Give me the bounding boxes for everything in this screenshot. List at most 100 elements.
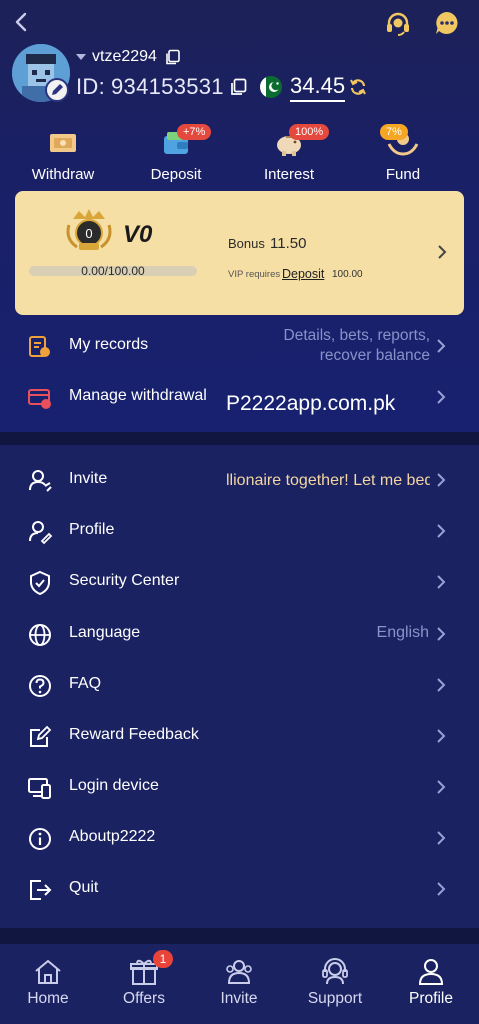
vip-requires-amount: 100.00 bbox=[332, 269, 363, 280]
language-value: English bbox=[376, 624, 429, 641]
invite-user-icon bbox=[29, 470, 52, 492]
invite-label: Invite bbox=[69, 470, 108, 487]
menu-item-quit[interactable]: Quit bbox=[0, 864, 479, 914]
vip-progress-text: 0.00/100.00 bbox=[81, 264, 145, 278]
chevron-right-icon bbox=[437, 575, 446, 589]
edit-note-icon bbox=[30, 725, 52, 747]
tab-invite-label: Invite bbox=[220, 990, 258, 1007]
tab-offers-label: Offers bbox=[123, 990, 165, 1007]
security-center-label: Security Center bbox=[69, 572, 180, 589]
logout-icon bbox=[30, 880, 52, 900]
fund-action[interactable]: 7% Fund bbox=[348, 120, 458, 190]
refresh-icon[interactable] bbox=[348, 77, 368, 97]
devices-icon bbox=[28, 778, 51, 799]
menu-item-login-device[interactable]: Login device bbox=[0, 762, 479, 812]
copy-id-icon[interactable] bbox=[230, 78, 248, 96]
records-desc-line2: recover balance bbox=[319, 347, 430, 364]
back-arrow-icon[interactable] bbox=[10, 8, 34, 36]
menu-item-language[interactable]: Language English bbox=[0, 609, 479, 659]
faq-label: FAQ bbox=[69, 675, 102, 692]
pakistan-flag-icon bbox=[260, 76, 282, 98]
bottom-tab-bar: Home Offers Invite Support Profile bbox=[0, 944, 479, 1024]
profile-edit-icon bbox=[29, 521, 53, 545]
copy-icon[interactable] bbox=[165, 49, 181, 65]
my-records-description: Details, bets, reports, recover balance bbox=[240, 326, 430, 366]
chevron-right-icon bbox=[437, 339, 446, 353]
interest-action[interactable]: 100% Interest bbox=[234, 120, 344, 190]
my-records-label: My records bbox=[69, 336, 149, 353]
info-circle-icon bbox=[29, 828, 51, 850]
chevron-right-icon bbox=[437, 473, 446, 487]
vip-card[interactable]: 0 V0 0.00/100.00 Bonus 11.50 VIP require… bbox=[15, 191, 464, 315]
language-label: Language bbox=[69, 624, 141, 641]
vip-deposit-link[interactable]: Deposit bbox=[282, 267, 324, 281]
fund-badge: 7% bbox=[380, 124, 408, 140]
tab-home-label: Home bbox=[27, 990, 69, 1007]
menu-item-reward-feedback[interactable]: Reward Feedback bbox=[0, 711, 479, 761]
menu-item-security-center[interactable]: Security Center bbox=[0, 557, 479, 607]
chevron-right-icon bbox=[437, 390, 446, 404]
menu-item-faq[interactable]: FAQ bbox=[0, 660, 479, 710]
menu-item-about[interactable]: Aboutp2222 bbox=[0, 813, 479, 863]
deposit-badge: +7% bbox=[177, 124, 212, 140]
interest-badge: 100% bbox=[289, 124, 330, 140]
avatar-edit-button[interactable] bbox=[45, 78, 69, 102]
tab-profile-label: Profile bbox=[409, 990, 453, 1007]
bonus-label: Bonus bbox=[228, 236, 265, 251]
login-device-label: Login device bbox=[69, 777, 159, 794]
tab-profile[interactable]: Profile bbox=[383, 944, 479, 1024]
tab-invite[interactable]: Invite bbox=[191, 944, 287, 1024]
support-headset-icon bbox=[322, 958, 348, 985]
interest-label: Interest bbox=[263, 166, 315, 183]
offers-badge: 1 bbox=[153, 950, 173, 968]
chevron-right-icon bbox=[437, 831, 446, 845]
withdraw-ticket-icon bbox=[50, 134, 76, 152]
quit-label: Quit bbox=[69, 879, 99, 896]
profile-label: Profile bbox=[69, 521, 115, 538]
tab-support[interactable]: Support bbox=[287, 944, 383, 1024]
chat-bubble-icon[interactable] bbox=[434, 10, 460, 36]
quick-actions: Withdraw +7% Deposit 100% Interest 7% Fu… bbox=[0, 120, 479, 190]
watermark-text: P2222app.com.pk bbox=[226, 392, 396, 415]
group-users-icon bbox=[226, 960, 252, 984]
user-id-label: ID: bbox=[76, 74, 106, 99]
headset-icon[interactable] bbox=[384, 10, 412, 38]
section-divider bbox=[0, 928, 479, 944]
username: vtze2294 bbox=[92, 48, 157, 65]
username-row: vtze2294 bbox=[76, 46, 181, 68]
withdraw-label: Withdraw bbox=[31, 166, 95, 183]
deposit-label: Deposit bbox=[150, 166, 202, 183]
menu-item-profile[interactable]: Profile bbox=[0, 506, 479, 556]
top-bar bbox=[0, 0, 479, 44]
records-icon bbox=[29, 336, 50, 357]
section-divider bbox=[0, 432, 479, 445]
tab-support-label: Support bbox=[307, 990, 363, 1007]
vip-crest-icon: 0 bbox=[66, 209, 112, 250]
reward-feedback-label: Reward Feedback bbox=[69, 726, 199, 743]
withdrawal-card-icon bbox=[28, 389, 51, 409]
manage-withdrawal-label: Manage withdrawal bbox=[69, 387, 207, 404]
chevron-right-icon bbox=[437, 729, 446, 743]
chevron-right-icon[interactable] bbox=[435, 243, 449, 261]
pencil-icon bbox=[52, 84, 63, 95]
chevron-right-icon bbox=[437, 882, 446, 896]
shield-icon bbox=[30, 570, 50, 596]
deposit-action[interactable]: +7% Deposit bbox=[121, 120, 231, 190]
home-icon bbox=[35, 959, 61, 984]
caret-down-icon[interactable] bbox=[76, 54, 86, 60]
globe-icon bbox=[29, 624, 51, 646]
user-icon bbox=[418, 959, 444, 985]
tab-offers[interactable]: Offers bbox=[96, 944, 192, 1024]
about-label: Aboutp2222 bbox=[69, 828, 156, 845]
user-id-row: ID: 934153531 bbox=[76, 73, 248, 101]
chevron-right-icon bbox=[437, 678, 446, 692]
chevron-right-icon bbox=[437, 780, 446, 794]
tab-home[interactable]: Home bbox=[0, 944, 96, 1024]
withdraw-action[interactable]: Withdraw bbox=[8, 120, 118, 190]
vip-requires-label: VIP requires bbox=[228, 269, 281, 280]
vip-badge-number: 0 bbox=[85, 226, 92, 241]
question-circle-icon bbox=[29, 675, 51, 697]
bonus-value: 11.50 bbox=[270, 235, 307, 252]
user-id-value: 934153531 bbox=[111, 74, 224, 99]
invite-marquee-text: llionaire together! Let me bed bbox=[226, 472, 430, 489]
